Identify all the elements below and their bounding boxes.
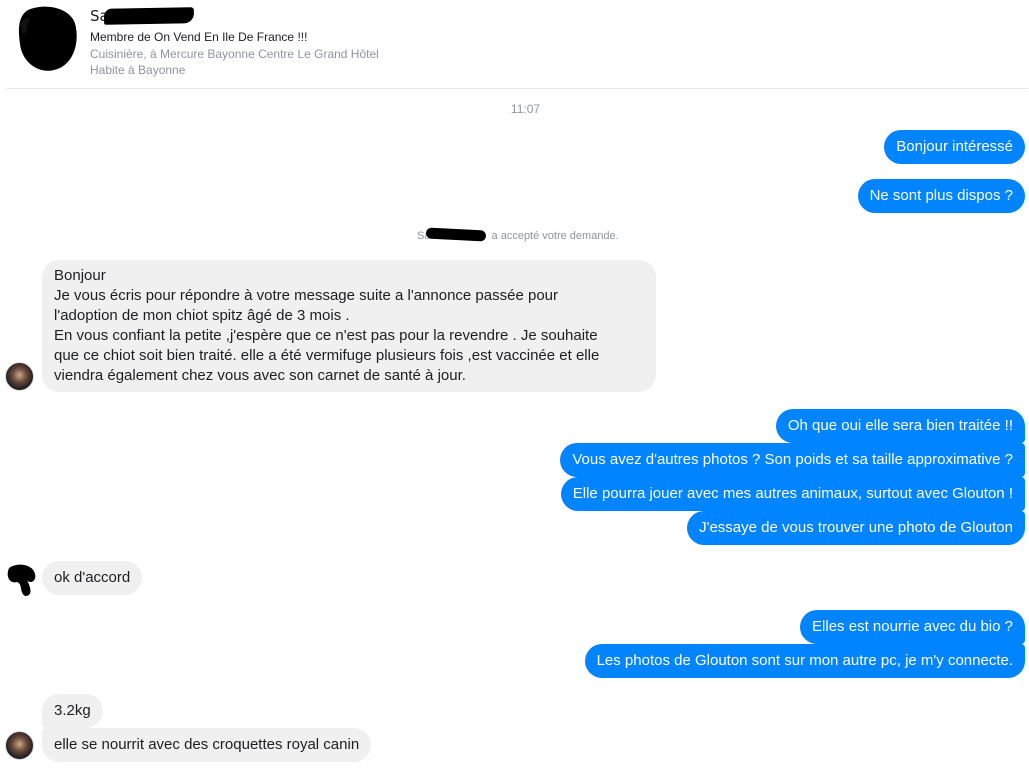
system-notice: Sa a accepté votre demande. [417, 227, 619, 242]
outgoing-message[interactable]: Elle pourra jouer avec mes autres animau… [560, 477, 1025, 511]
incoming-message[interactable]: 3.2kg [42, 694, 103, 728]
incoming-message[interactable]: Bonjour Je vous écris pour répondre à vo… [42, 260, 656, 392]
outgoing-message[interactable]: Vous avez d'autres photos ? Son poids et… [560, 443, 1025, 477]
system-notice-text: a accepté votre demande. [491, 230, 619, 242]
redaction-mark [103, 7, 195, 25]
header-divider [6, 88, 1028, 89]
outgoing-message[interactable]: Oh que oui elle sera bien traitée !! [775, 409, 1025, 443]
contact-avatar[interactable] [16, 4, 80, 72]
outgoing-message[interactable]: Les photos de Glouton sont sur mon autre… [584, 644, 1025, 678]
message-line: l'adoption de mon chiot spitz âgé de 3 m… [54, 307, 350, 324]
contact-job: Cuisinière, à Mercure Bayonne Centre Le … [90, 47, 379, 61]
outgoing-message[interactable]: Elles est nourrie avec du bio ? [800, 610, 1025, 644]
sender-avatar[interactable] [5, 562, 37, 598]
message-line: Je vous écris pour répondre à votre mess… [54, 287, 558, 304]
message-timestamp: 11:07 [510, 102, 541, 116]
conversation-header: Sa Membre de On Vend En Ile De France !!… [0, 0, 1029, 90]
outgoing-message[interactable]: J'essaye de vous trouver une photo de Gl… [687, 511, 1025, 545]
sender-avatar[interactable] [5, 362, 34, 391]
contact-group-membership: Membre de On Vend En Ile De France !!! [90, 30, 308, 44]
message-line: viendra également chez vous avec son car… [54, 367, 466, 384]
redaction-mark [426, 227, 487, 242]
contact-location: Habite à Bayonne [90, 63, 186, 77]
message-line: En vous confiant la petite ,j'espère que… [54, 327, 598, 344]
outgoing-message[interactable]: Bonjour intéressé [884, 130, 1025, 164]
outgoing-message[interactable]: Ne sont plus dispos ? [857, 179, 1025, 213]
message-line: que ce chiot soit bien traité. elle a ét… [54, 347, 600, 364]
incoming-message[interactable]: elle se nourrit avec des croquettes roya… [42, 728, 372, 762]
message-line: Bonjour [54, 267, 106, 284]
sender-avatar[interactable] [5, 731, 34, 760]
incoming-message[interactable]: ok d'accord [42, 561, 143, 595]
